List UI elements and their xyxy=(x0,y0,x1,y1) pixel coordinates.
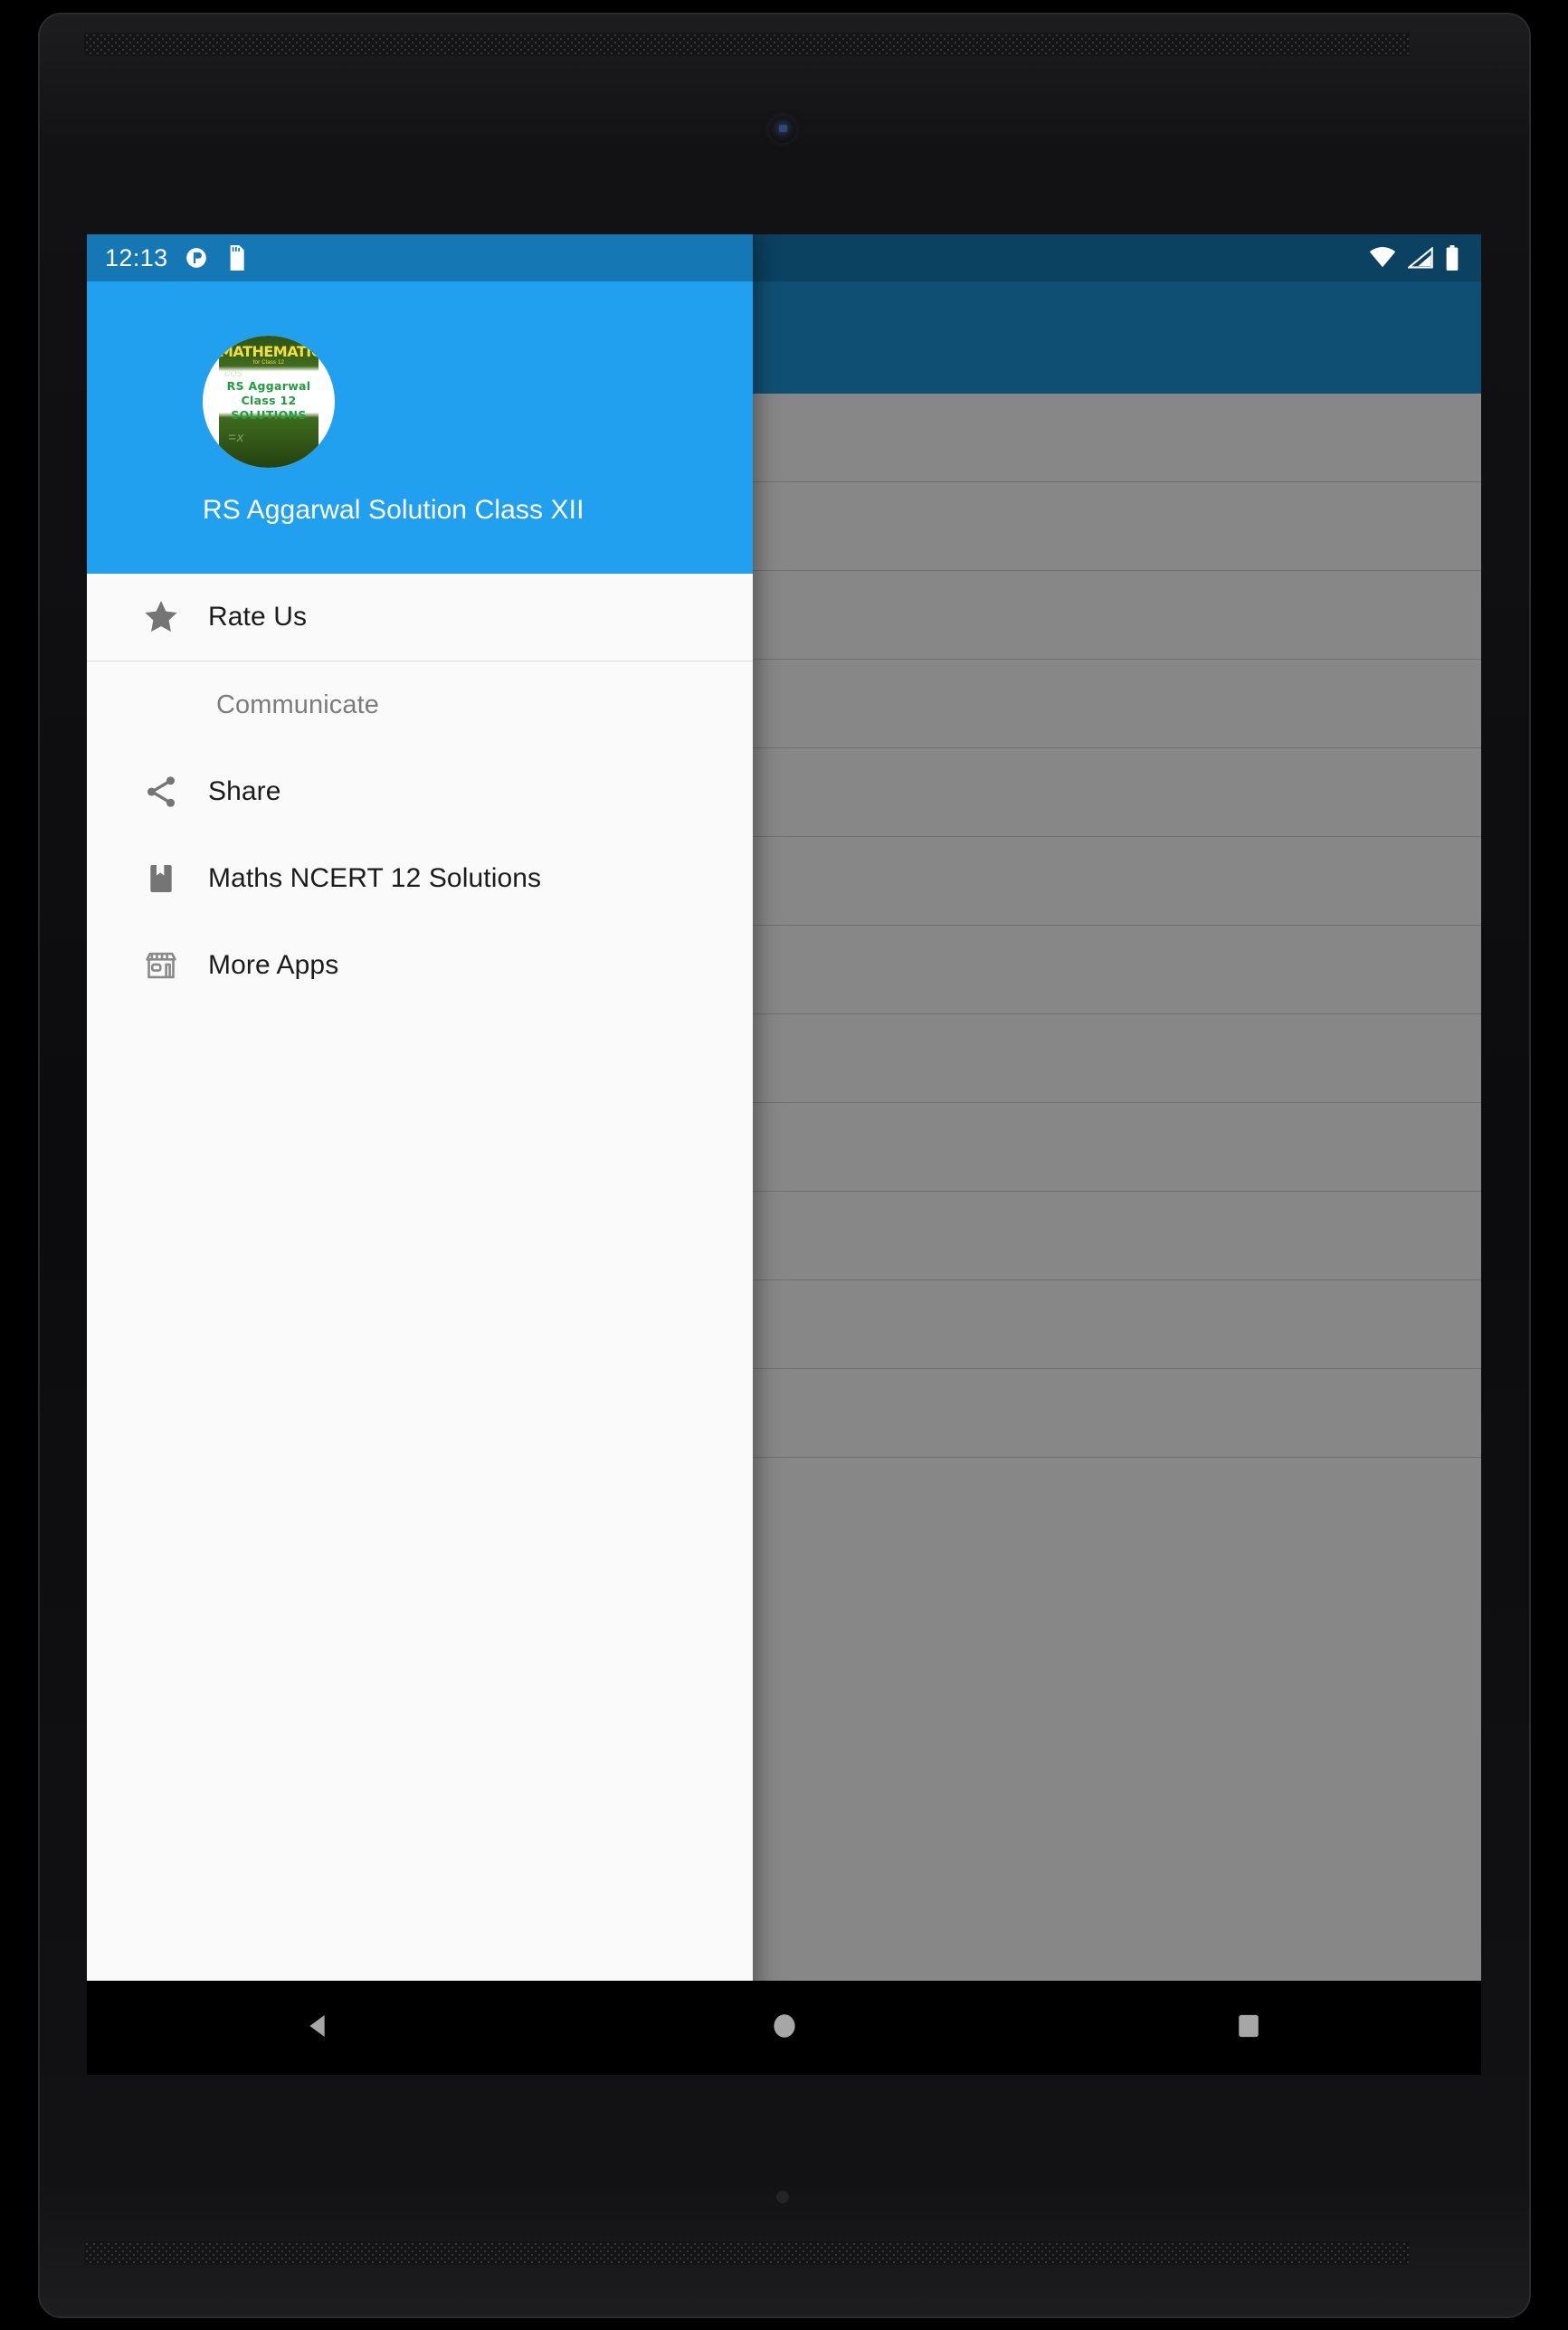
home-indicator-dot xyxy=(776,2191,789,2203)
logo-formula-top-text: cos xyxy=(224,366,243,379)
drawer-section-header: Communicate xyxy=(216,689,379,719)
store-icon xyxy=(116,946,206,984)
tablet-device: XII MATHEMATICS for Class 12 cos RS Agga… xyxy=(0,0,1568,2330)
app-logo-icon: MATHEMATICS for Class 12 cos RS Aggarwal… xyxy=(203,336,335,468)
logo-title-text: MATHEMATICS xyxy=(219,343,332,360)
top-speaker-grille xyxy=(84,33,1410,56)
drawer-item-label: Share xyxy=(208,776,281,806)
logo-line-3: SOLUTIONS xyxy=(231,408,307,422)
android-nav-bar xyxy=(87,1981,1481,2075)
logo-line-2: Class 12 xyxy=(241,394,297,407)
nav-home-button[interactable] xyxy=(552,1981,1017,2075)
nav-back-button[interactable] xyxy=(87,1981,552,2075)
drawer-header: MATHEMATICS for Class 12 cos RS Aggarwal… xyxy=(87,234,753,574)
star-icon xyxy=(116,597,206,637)
drawer-item-maths-ncert-12-solutions[interactable]: Maths NCERT 12 Solutions xyxy=(87,835,753,922)
share-icon xyxy=(116,773,206,811)
bottom-speaker-grille xyxy=(84,2241,1410,2265)
device-screen: XII MATHEMATICS for Class 12 cos RS Agga… xyxy=(87,234,1481,2075)
navigation-drawer[interactable]: MATHEMATICS for Class 12 cos RS Aggarwal… xyxy=(87,234,753,2075)
drawer-item-more-apps[interactable]: More Apps xyxy=(87,922,753,1009)
drawer-item-label: More Apps xyxy=(208,950,339,980)
triangle-back-icon xyxy=(304,2011,335,2046)
drawer-item-rate-us[interactable]: Rate Us xyxy=(87,574,753,661)
drawer-app-name: RS Aggarwal Solution Class XII xyxy=(203,495,584,525)
front-camera-icon xyxy=(769,116,796,143)
book-bookmark-icon xyxy=(116,861,206,897)
drawer-item-share[interactable]: Share xyxy=(87,748,753,835)
logo-line-1: RS Aggarwal xyxy=(226,379,311,393)
app-logo-artwork: MATHEMATICS for Class 12 cos RS Aggarwal… xyxy=(219,336,332,468)
square-recents-icon xyxy=(1233,2011,1264,2046)
drawer-item-label: Rate Us xyxy=(208,602,308,632)
circle-home-icon xyxy=(769,2011,800,2046)
nav-recents-button[interactable] xyxy=(1016,1981,1481,2075)
drawer-item-label: Maths NCERT 12 Solutions xyxy=(208,863,542,893)
logo-formula-bottom-text: =x xyxy=(228,430,245,445)
